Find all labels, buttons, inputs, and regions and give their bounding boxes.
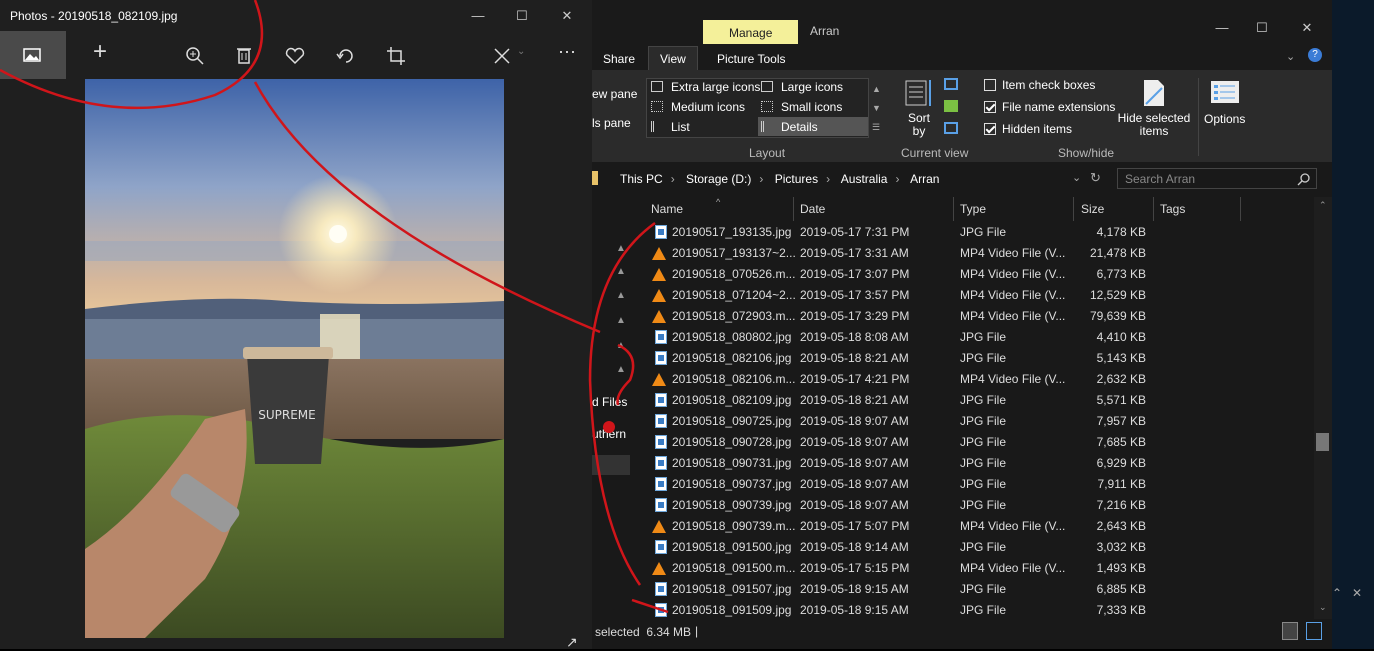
annotation-overlay xyxy=(0,0,669,614)
